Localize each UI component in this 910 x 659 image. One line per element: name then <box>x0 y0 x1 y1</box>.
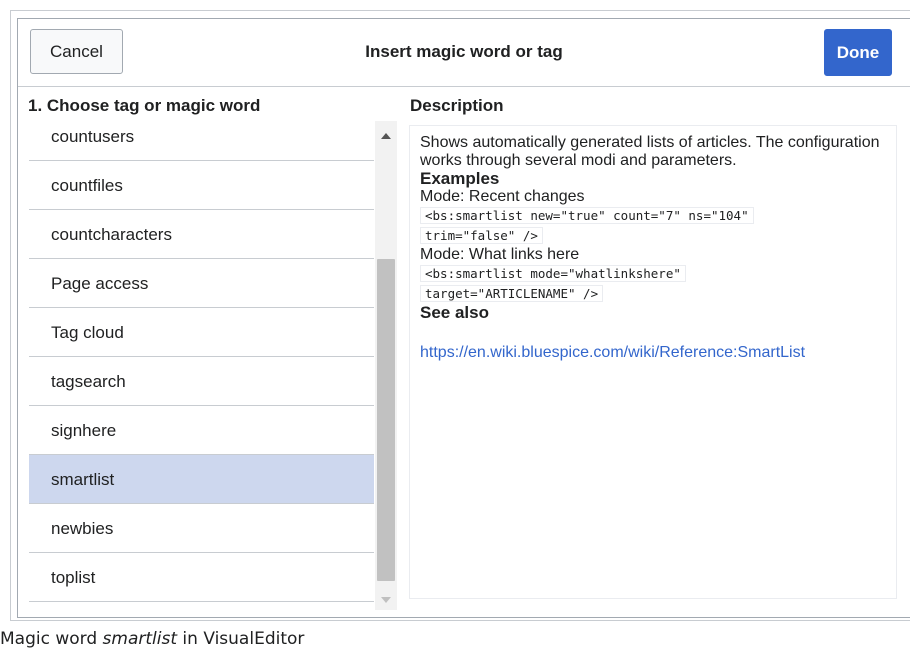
list-item[interactable]: newbies <box>29 504 374 553</box>
example-code: trim="false" /> <box>420 227 543 244</box>
list-item[interactable]: Page access <box>29 259 374 308</box>
caption-emphasis: smartlist <box>102 629 178 649</box>
scroll-down-arrow-icon[interactable] <box>381 597 391 603</box>
list-item[interactable]: countcharacters <box>29 210 374 259</box>
example-mode-label: Mode: Recent changes <box>420 188 585 205</box>
list-item[interactable]: signhere <box>29 406 374 455</box>
description-text: Shows automatically generated lists of a… <box>420 134 880 169</box>
example-code: target="ARTICLENAME" /> <box>420 285 604 302</box>
scrollbar-thumb[interactable] <box>377 259 395 581</box>
list-item[interactable]: tagsearch <box>29 357 374 406</box>
caption-prefix: Magic word <box>0 629 103 649</box>
see-also-link[interactable]: https://en.wiki.bluespice.com/wiki/Refer… <box>420 344 886 362</box>
list-scrollbar[interactable] <box>375 121 397 610</box>
list-item[interactable]: countfiles <box>29 161 374 210</box>
done-button[interactable]: Done <box>824 29 892 76</box>
example-code: <bs:smartlist mode="whatlinkshere" <box>420 265 686 282</box>
list-item[interactable]: Tag cloud <box>29 308 374 357</box>
examples-heading: Examples <box>420 169 500 188</box>
example-mode-label: Mode: What links here <box>420 246 580 263</box>
list-item[interactable]: toplist <box>29 553 374 602</box>
see-also-heading: See also <box>420 303 489 322</box>
caption-suffix: in VisualEditor <box>177 629 305 649</box>
tag-list: countusers countfiles countcharacters Pa… <box>29 121 374 610</box>
figure-caption: Magic word smartlist in VisualEditor <box>0 629 304 649</box>
insert-magic-word-dialog: Cancel Insert magic word or tag Done 1. … <box>17 18 910 618</box>
choose-tag-heading: 1. Choose tag or magic word <box>28 96 261 115</box>
example-code: <bs:smartlist new="true" count="7" ns="1… <box>420 207 754 224</box>
scroll-up-arrow-icon[interactable] <box>381 133 391 139</box>
dialog-title: Insert magic word or tag <box>365 42 563 61</box>
description-heading: Description <box>410 96 504 115</box>
list-item[interactable]: countusers <box>29 121 374 161</box>
list-item-selected[interactable]: smartlist <box>29 455 374 504</box>
description-panel: Shows automatically generated lists of a… <box>409 125 897 599</box>
dialog-header: Cancel Insert magic word or tag Done <box>18 19 910 87</box>
